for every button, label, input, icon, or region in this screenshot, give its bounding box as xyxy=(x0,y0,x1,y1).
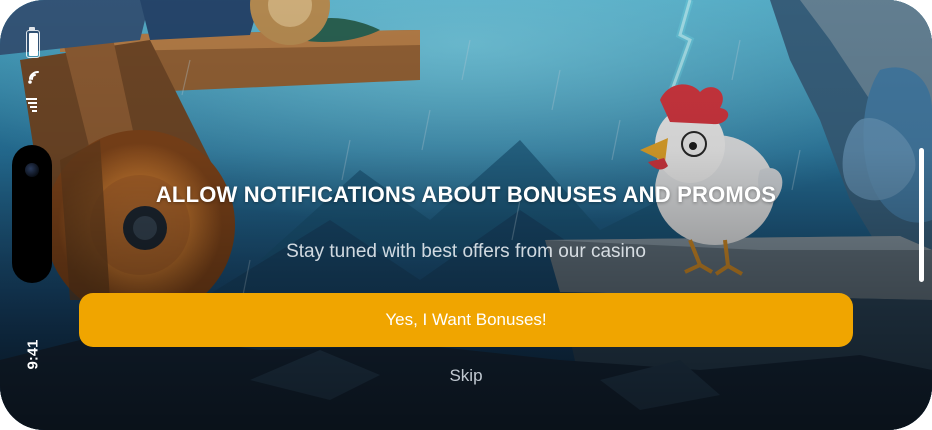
prompt-subtitle: Stay tuned with best offers from our cas… xyxy=(286,241,646,262)
skip-link[interactable]: Skip xyxy=(0,366,932,386)
prompt-title: ALLOW NOTIFICATIONS ABOUT BONUSES AND PR… xyxy=(155,182,777,207)
notification-permission-prompt: ALLOW NOTIFICATIONS ABOUT BONUSES AND PR… xyxy=(0,0,932,430)
device-screen: 9:41 ALLOW NOTIFICATIONS ABOUT BONUSES A… xyxy=(0,0,932,430)
allow-bonuses-button[interactable]: Yes, I Want Bonuses! xyxy=(79,293,853,347)
